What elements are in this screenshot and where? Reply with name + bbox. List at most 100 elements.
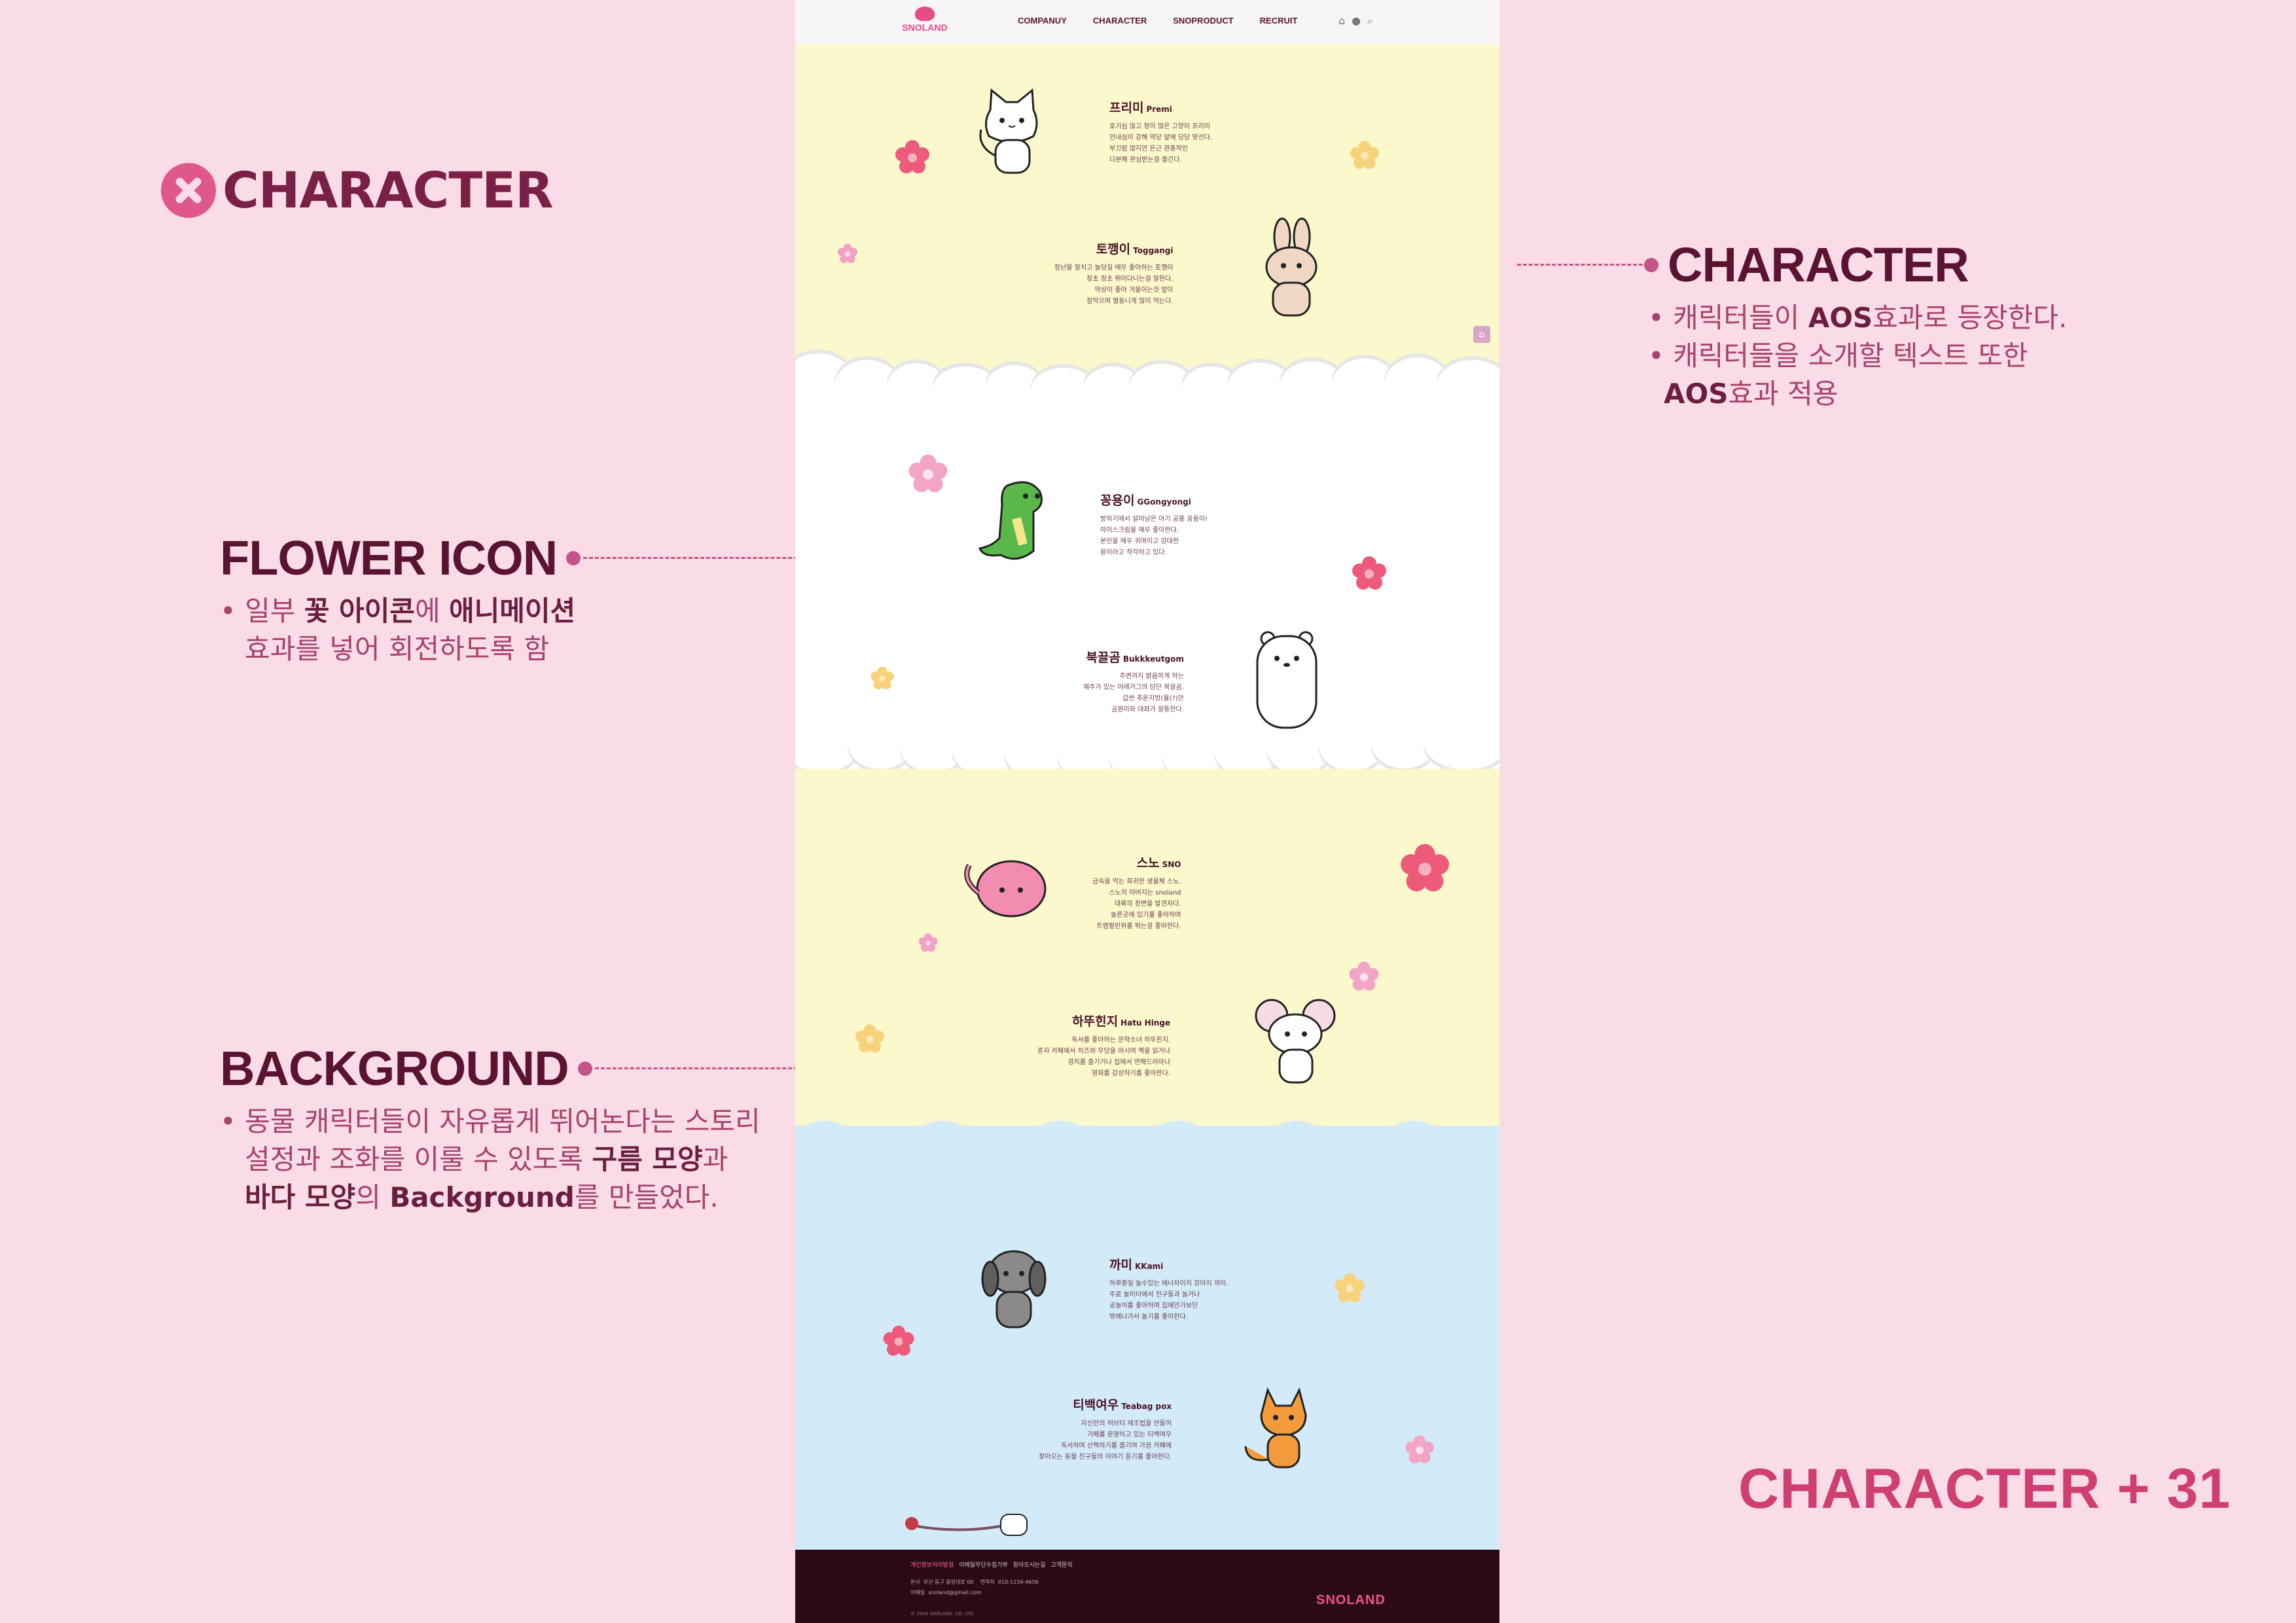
character-card-teabag-pox: 티백여우 Teabag pox 자신만의 허브티 제조법을 만들어 가페를 운영하고… (1039, 1398, 1172, 1461)
character-name-en: SNO (1162, 860, 1181, 869)
character-name-ko: 프리미 (1109, 101, 1144, 115)
note-line: 효과를 넣어 회전하도록 함 (245, 633, 550, 665)
connector-line (1517, 264, 1643, 266)
site-footer: 개인정보처리방침 이메일무단수집거부 찾아오시는길 고객문의 본사 부산 동구 … (795, 1550, 1499, 1623)
page-title: CHARACTER (223, 161, 554, 219)
footer-link-privacy[interactable]: 개인정보처리방침 (910, 1560, 954, 1569)
dinosaur-character-icon (978, 481, 1043, 560)
connector-line (583, 557, 810, 559)
website-mockup: SNOLAND COMPANUY CHARACTER SNOPRODUCT RE… (795, 0, 1499, 1623)
note-character: CHARACTER • 캐릭터들이 AOS효과로 등장한다. • 캐릭터들을 소… (1517, 237, 2067, 413)
character-name-ko: 하뚜힌지 (1072, 1014, 1119, 1029)
nav-icons: ⌂ ● ⌕ (1338, 14, 1373, 27)
note-list: • 일부 꽃 아이콘에 애니메이션 효과를 넣어 회전하도록 함 (220, 592, 810, 668)
sno-character-icon (964, 860, 1047, 918)
connector-line (594, 1067, 821, 1069)
flower-icon (883, 1325, 914, 1356)
flower-icon (1401, 844, 1449, 892)
character-name-en: Hatu Hinge (1121, 1018, 1171, 1027)
flower-icon (918, 933, 938, 952)
character-name-en: Teabag pox (1121, 1402, 1172, 1411)
note-line: • 캐릭터들을 소개할 텍스트 또한 (1648, 340, 2028, 372)
note-title: BACKGROUND (220, 1041, 569, 1096)
footer-copyright: © 2024 SNOLAND. CO. LTD. (910, 1611, 975, 1616)
nav-item-character[interactable]: CHARACTER (1093, 16, 1147, 26)
kite-cat-icon (905, 1514, 1028, 1536)
character-card-premi: 프리미 Premi 호기심 많고 정이 많은 고양이 프리미 인내심이 강해 악당 … (1109, 101, 1213, 164)
cloud-border-top (795, 347, 1499, 414)
sea-wave (795, 1120, 1499, 1152)
background-yellow (795, 769, 1499, 1135)
nav-item-company[interactable]: COMPANUY (1018, 16, 1067, 26)
character-name-en: GGongyongi (1137, 497, 1191, 507)
character-card-hatu-hinge: 하뚜힌지 Hatu Hinge 독서를 좋아하는 문학소녀 하뚜힌지. 혼자 카페에… (1037, 1014, 1171, 1077)
close-icon (161, 162, 216, 218)
note-line: • 캐릭터들이 AOS효과로 등장한다. (1648, 302, 2068, 334)
footer-link-directions[interactable]: 찾아오시는길 (1013, 1560, 1046, 1569)
background-yellow (795, 45, 1499, 385)
character-name-ko: 스노 (1136, 856, 1160, 870)
flower-icon (908, 454, 948, 493)
fox-character-icon (1244, 1387, 1307, 1469)
character-card-ggongyongi: 꽁용이 GGongyongi 방하기에서 살아남은 아기 공룡 꽁용이! 아이스크림… (1100, 493, 1208, 556)
character-name-en: Premi (1146, 105, 1172, 114)
character-name-en: KKami (1134, 1262, 1164, 1271)
character-card-sno: 스노 SNO 금속을 먹는 희귀한 생물체 스노. 스노의 아버지는 snoland… (1092, 856, 1181, 930)
top-navigation: SNOLAND COMPANUY CHARACTER SNOPRODUCT RE… (795, 0, 1499, 45)
character-card-bukkkeutgom: 북끌곰 Bukkkeutgom 주변까지 밝음하게 하는 재주가 있는 아래거그의 … (1083, 651, 1184, 713)
character-card-toggangi: 토깽이 Toggangi 장난을 잘치고 놀당길 매우 좋아하는 토깽이 장초 장초… (1054, 242, 1174, 305)
bullet-dot (566, 550, 581, 565)
note-line: 설정과 조화를 이룰 수 있도록 구름 모양과 (245, 1143, 728, 1175)
character-name-en: Bukkkeutgom (1122, 654, 1184, 664)
flower-icon (1350, 141, 1379, 169)
polar-bear-character-icon (1256, 631, 1318, 729)
page-heading: CHARACTER (161, 161, 554, 219)
rabbit-character-icon (1265, 217, 1318, 317)
note-title: FLOWER ICON (220, 531, 558, 585)
logo-mascot-icon (915, 7, 935, 21)
flower-icon (855, 1024, 884, 1053)
cat-character-icon (979, 88, 1038, 174)
user-icon[interactable]: ● (1352, 14, 1361, 27)
note-line: 바다 모양의 Background를 만들었다. (245, 1181, 719, 1213)
note-line: • 일부 꽃 아이콘에 애니메이션 (220, 595, 576, 627)
bullet-dot (1644, 257, 1659, 272)
site-logo[interactable]: SNOLAND (902, 7, 948, 39)
character-name-ko: 티백여우 (1073, 1398, 1119, 1412)
note-flower-icon: FLOWER ICON • 일부 꽃 아이콘에 애니메이션 효과를 넣어 회전하… (220, 530, 810, 668)
note-list: • 동물 캐릭터들이 자유롭게 뛰어논다는 스토리 설정과 조화를 이룰 수 있… (220, 1103, 821, 1217)
character-name-ko: 북끌곰 (1086, 651, 1121, 665)
note-list: • 캐릭터들이 AOS효과로 등장한다. • 캐릭터들을 소개할 텍스트 또한 … (1648, 299, 2067, 413)
note-line: • 동물 캐릭터들이 자유롭게 뛰어논다는 스토리 (220, 1105, 761, 1137)
footer-link-email-policy[interactable]: 이메일무단수집거부 (959, 1560, 1008, 1569)
flower-icon (870, 666, 894, 690)
flower-icon (1352, 556, 1386, 590)
flower-icon (1349, 961, 1379, 991)
note-line: AOS효과 적용 (1664, 378, 1839, 410)
note-background: BACKGROUND • 동물 캐릭터들이 자유롭게 뛰어논다는 스토리 설정과… (220, 1041, 821, 1217)
scroll-top-button[interactable]: ⌂ (1473, 326, 1490, 343)
flower-icon (1335, 1273, 1365, 1302)
character-card-kkami: 까미 KKami 하루종일 놀수있는 에너자이저 강아지 까미. 주로 놀이터에서 … (1109, 1258, 1229, 1321)
footer-logo: SNOLAND (1316, 1593, 1386, 1607)
flower-icon (837, 243, 858, 263)
home-icon[interactable]: ⌂ (1338, 14, 1345, 27)
bullet-dot (577, 1061, 592, 1076)
flower-icon (895, 140, 929, 173)
footer-info: 본사 부산 동구 중앙대로 00 연락처 010-1234-4656 이메일 s… (910, 1579, 1039, 1596)
footer-links: 개인정보처리방침 이메일무단수집거부 찾아오시는길 고객문의 (910, 1560, 1073, 1569)
flower-icon (1405, 1435, 1434, 1464)
nav-item-recruit[interactable]: RECRUIT (1260, 16, 1298, 26)
nav-links: COMPANUY CHARACTER SNOPRODUCT RECRUIT (1018, 16, 1297, 26)
mouse-character-icon (1255, 999, 1336, 1084)
dog-character-icon (981, 1250, 1047, 1329)
note-title: CHARACTER (1668, 238, 1969, 292)
nav-item-snoproduct[interactable]: SNOPRODUCT (1173, 16, 1233, 26)
character-name-ko: 토깽이 (1096, 242, 1131, 257)
search-icon[interactable]: ⌕ (1367, 14, 1373, 27)
character-name-ko: 꽁용이 (1100, 493, 1135, 508)
page-tag: CHARACTER + 31 (1738, 1457, 2231, 1520)
character-name-en: Toggangi (1133, 246, 1174, 255)
character-name-ko: 까미 (1109, 1258, 1132, 1272)
footer-link-contact[interactable]: 고객문의 (1050, 1560, 1072, 1569)
